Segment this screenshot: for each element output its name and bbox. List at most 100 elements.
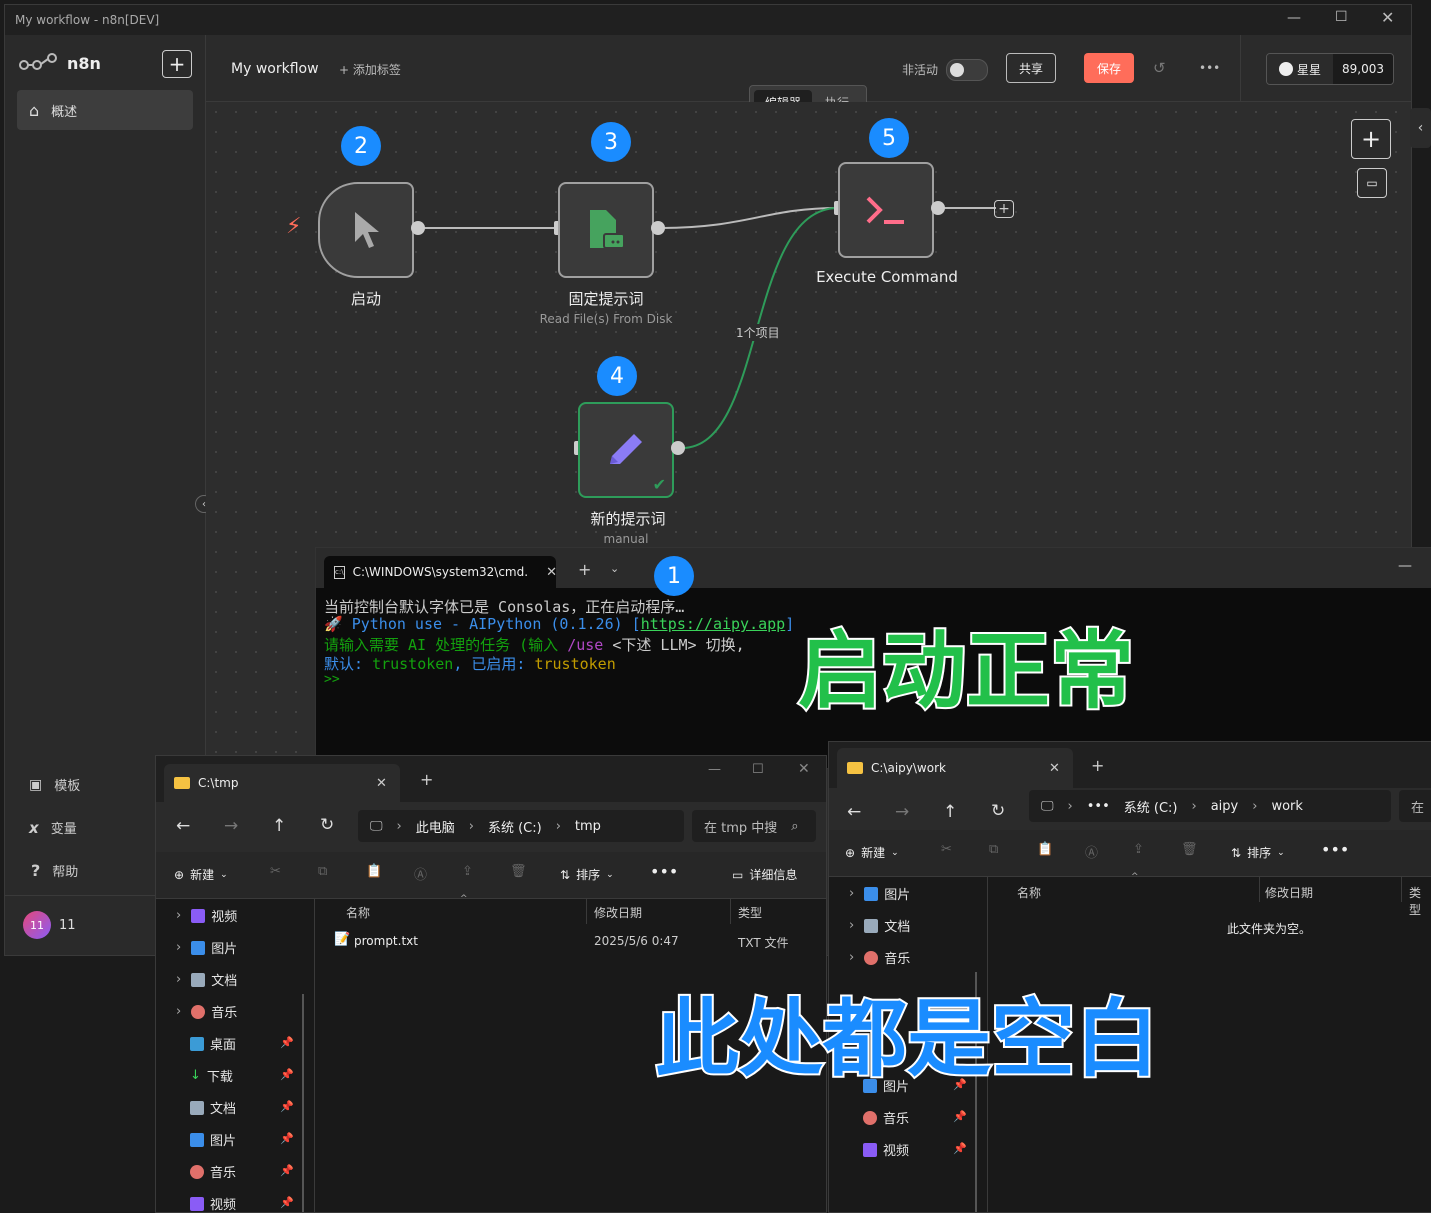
explorer-tab[interactable]: C:\tmp ✕ bbox=[164, 764, 400, 802]
tree-item-documents[interactable]: › 文档 bbox=[849, 916, 910, 935]
sticky-note-icon[interactable]: ▭ bbox=[1357, 168, 1387, 198]
copy-icon[interactable]: ⧉ bbox=[318, 864, 327, 879]
share-icon[interactable]: ⇪ bbox=[1133, 842, 1144, 857]
copy-icon[interactable]: ⧉ bbox=[989, 842, 998, 857]
node-trigger[interactable] bbox=[318, 182, 414, 278]
pin-icon[interactable]: 📌 bbox=[280, 1036, 294, 1049]
column-header-name[interactable]: 名称 bbox=[1017, 884, 1041, 901]
pin-icon[interactable]: 📌 bbox=[953, 1110, 967, 1123]
avatar[interactable]: 11 bbox=[23, 911, 51, 939]
address-bar[interactable]: 🖵 › ••• 系统 (C:) › aipy › work bbox=[1029, 790, 1391, 822]
breadcrumb-item[interactable]: tmp bbox=[575, 819, 601, 834]
quick-access-documents[interactable]: 文档 bbox=[190, 1098, 236, 1117]
column-header-date[interactable]: 修改日期 bbox=[1265, 884, 1313, 901]
more-options-icon[interactable]: ••• bbox=[650, 862, 678, 881]
forward-icon[interactable]: → bbox=[224, 816, 238, 836]
breadcrumb-item[interactable]: work bbox=[1271, 799, 1302, 814]
up-icon[interactable]: ↑ bbox=[272, 816, 286, 836]
more-options-icon[interactable]: ••• bbox=[1321, 840, 1349, 859]
new-tab-icon[interactable]: + bbox=[1091, 756, 1104, 775]
refresh-icon[interactable]: ↻ bbox=[320, 815, 334, 835]
tree-item-music[interactable]: › 音乐 bbox=[849, 948, 910, 967]
back-icon[interactable]: ← bbox=[847, 802, 861, 822]
column-header-type[interactable]: 类型 bbox=[738, 904, 762, 921]
new-workflow-button[interactable]: + bbox=[162, 50, 192, 78]
explorer-tab[interactable]: C:\aipy\work ✕ bbox=[837, 748, 1073, 788]
minimize-icon[interactable]: — bbox=[1287, 10, 1301, 26]
add-tag-link[interactable]: + 添加标签 bbox=[339, 61, 401, 78]
details-button[interactable]: ▭ 详细信息 bbox=[732, 866, 797, 883]
column-header-date[interactable]: 修改日期 bbox=[594, 904, 642, 921]
sidebar-item-help[interactable]: ? 帮助 bbox=[31, 861, 78, 880]
workflow-name[interactable]: My workflow bbox=[231, 61, 319, 77]
sidebar-item-overview[interactable]: ⌂ 概述 bbox=[17, 90, 193, 130]
node-execute-command[interactable] bbox=[838, 162, 934, 258]
delete-icon[interactable]: 🗑 bbox=[510, 864, 527, 879]
tree-item-videos[interactable]: › 视频 bbox=[176, 906, 237, 925]
breadcrumb-overflow[interactable]: ••• bbox=[1087, 799, 1110, 814]
cut-icon[interactable]: ✂ bbox=[270, 864, 281, 879]
paste-icon[interactable]: 📋 bbox=[1037, 842, 1053, 857]
quick-access-music[interactable]: 音乐 bbox=[190, 1162, 236, 1181]
back-icon[interactable]: ← bbox=[176, 816, 190, 836]
console-link[interactable]: https://aipy.app bbox=[641, 615, 786, 633]
close-tab-icon[interactable]: ✕ bbox=[376, 776, 387, 791]
breadcrumb-item[interactable]: 系统 (C:) bbox=[1124, 797, 1178, 816]
cut-icon[interactable]: ✂ bbox=[941, 842, 952, 857]
close-icon[interactable]: ✕ bbox=[1381, 8, 1394, 27]
table-row[interactable]: 📝 prompt.txt 2025/5/6 0:47 TXT 文件 bbox=[330, 928, 820, 954]
node-output-handle[interactable] bbox=[651, 221, 665, 235]
breadcrumb-item[interactable]: aipy bbox=[1211, 799, 1239, 814]
add-node-button[interactable]: + bbox=[994, 200, 1014, 218]
quick-access-pictures[interactable]: 图片 bbox=[190, 1130, 236, 1149]
rename-icon[interactable]: Ⓐ bbox=[1085, 842, 1098, 861]
add-node-panel-button[interactable]: + bbox=[1351, 119, 1391, 159]
quick-access-videos[interactable]: 视频 bbox=[190, 1194, 236, 1213]
sidebar-item-templates[interactable]: ▣ 模板 bbox=[29, 775, 80, 795]
forward-icon[interactable]: → bbox=[895, 802, 909, 822]
quick-access-downloads[interactable]: ↓ 下载 bbox=[190, 1066, 233, 1085]
pin-icon[interactable]: 📌 bbox=[953, 1142, 967, 1155]
chevron-down-icon[interactable]: ⌄ bbox=[610, 562, 619, 575]
sort-button[interactable]: ⇅ 排序 ⌄ bbox=[560, 866, 614, 883]
refresh-icon[interactable]: ↻ bbox=[991, 801, 1005, 821]
sidebar-item-variables[interactable]: x 变量 bbox=[29, 818, 77, 838]
quick-access-music[interactable]: 音乐 bbox=[863, 1108, 909, 1127]
node-read-file[interactable] bbox=[558, 182, 654, 278]
github-star-button[interactable]: 星星 89,003 bbox=[1266, 53, 1394, 85]
pin-icon[interactable]: 📌 bbox=[280, 1100, 294, 1113]
console-prompt[interactable]: >> bbox=[324, 672, 340, 687]
cmd-tab[interactable]: c:\ C:\WINDOWS\system32\cmd. ✕ bbox=[324, 556, 557, 588]
breadcrumb-item[interactable]: 此电脑 bbox=[416, 817, 455, 836]
save-button[interactable]: 保存 bbox=[1084, 53, 1134, 83]
node-output-handle[interactable] bbox=[411, 221, 425, 235]
nav-scrollbar[interactable] bbox=[302, 994, 304, 1212]
search-input[interactable]: 在 tmp 中搜 ⌕ bbox=[692, 810, 816, 842]
column-header-name[interactable]: 名称 bbox=[346, 904, 370, 921]
minimize-icon[interactable]: — bbox=[1398, 558, 1412, 574]
address-bar[interactable]: 🖵 › 此电脑 › 系统 (C:) › tmp bbox=[358, 810, 684, 842]
new-tab-icon[interactable]: + bbox=[578, 560, 591, 579]
breadcrumb-item[interactable]: 系统 (C:) bbox=[488, 817, 542, 836]
node-output-handle[interactable] bbox=[671, 441, 685, 455]
side-panel-toggle[interactable]: ‹ bbox=[1410, 108, 1431, 148]
node-manual[interactable]: ✔ bbox=[578, 402, 674, 498]
tree-item-pictures[interactable]: › 图片 bbox=[176, 938, 237, 957]
minimize-icon[interactable]: — bbox=[708, 762, 721, 777]
column-header-type[interactable]: 类型 bbox=[1409, 884, 1431, 918]
quick-access-desktop[interactable]: 桌面 bbox=[190, 1034, 236, 1053]
pin-icon[interactable]: 📌 bbox=[280, 1132, 294, 1145]
more-options-icon[interactable]: ••• bbox=[1199, 61, 1220, 75]
pin-icon[interactable]: 📌 bbox=[280, 1068, 294, 1081]
share-button[interactable]: 共享 bbox=[1006, 53, 1056, 83]
maximize-icon[interactable]: ☐ bbox=[1335, 9, 1348, 25]
new-button[interactable]: ⊕ 新建 ⌄ bbox=[174, 866, 228, 883]
rename-icon[interactable]: Ⓐ bbox=[414, 864, 427, 883]
close-tab-icon[interactable]: ✕ bbox=[1049, 761, 1060, 776]
up-icon[interactable]: ↑ bbox=[943, 802, 957, 822]
tree-item-music[interactable]: › 音乐 bbox=[176, 1002, 237, 1021]
sort-button[interactable]: ⇅ 排序 ⌄ bbox=[1231, 844, 1285, 861]
paste-icon[interactable]: 📋 bbox=[366, 864, 382, 879]
quick-access-videos[interactable]: 视频 bbox=[863, 1140, 909, 1159]
pin-icon[interactable]: 📌 bbox=[280, 1164, 294, 1177]
